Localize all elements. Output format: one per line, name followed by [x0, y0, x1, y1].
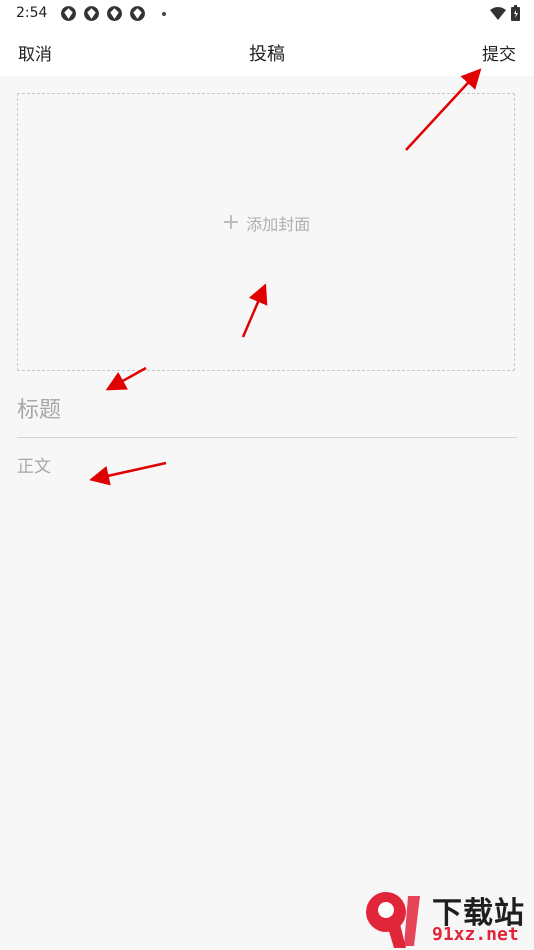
- add-cover-area[interactable]: + 添加封面: [17, 93, 515, 371]
- body-field: [17, 452, 517, 892]
- watermark-line2: 91xz.net: [432, 924, 519, 945]
- aperture-icon: [84, 6, 99, 21]
- battery-icon: [511, 5, 520, 21]
- page-title: 投稿: [249, 44, 285, 65]
- title-field: [17, 388, 517, 438]
- aperture-icon: [61, 6, 76, 21]
- watermark: 下载站 91xz.net: [360, 886, 530, 950]
- plus-icon: +: [221, 210, 241, 235]
- body-input[interactable]: [17, 452, 517, 892]
- add-cover-label: 添加封面: [246, 215, 311, 234]
- status-bar: 2:54: [0, 0, 534, 28]
- aperture-icon: [107, 6, 122, 21]
- notification-icons: [60, 5, 146, 22]
- aperture-icon: [130, 6, 145, 21]
- status-right-icons: [489, 5, 520, 21]
- arrow-to-cover-corner: [105, 366, 147, 391]
- more-notifications-dot: [162, 12, 166, 16]
- title-input[interactable]: [17, 388, 517, 432]
- submit-button[interactable]: 提交: [482, 40, 516, 65]
- watermark-logo: [366, 892, 420, 948]
- wifi-icon: [490, 6, 506, 20]
- status-time: 2:54: [16, 5, 48, 21]
- app-bar: 取消 投稿 提交: [0, 28, 534, 76]
- add-cover-content: + 添加封面: [222, 211, 310, 235]
